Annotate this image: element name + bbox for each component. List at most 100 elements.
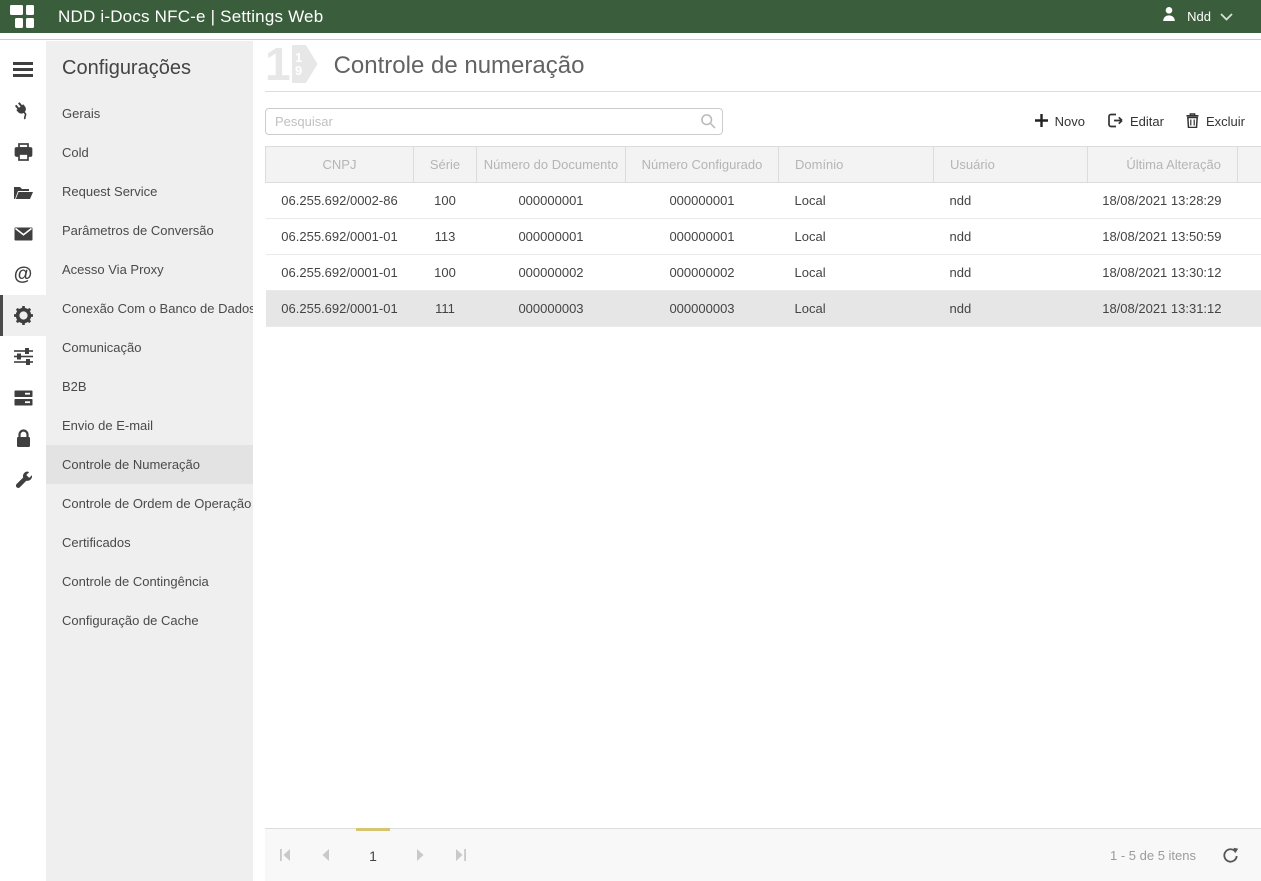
cell-numero-documento: 000000002 [477,255,626,291]
cell-cnpj: 06.255.692/0002-86 [266,183,414,219]
delete-button[interactable]: Excluir [1186,113,1245,131]
table-row[interactable]: 06.255.692/0002-86 100 000000001 0000000… [266,183,1261,219]
new-button[interactable]: Novo [1035,113,1085,131]
sidebar-item-acesso-proxy[interactable]: Acesso Via Proxy [46,250,253,289]
pager: 1 1 - 5 de 5 itens [265,828,1261,881]
cell-usuario: ndd [934,183,1088,219]
cell-ultima-alteracao: 18/08/2021 13:28:29 [1088,183,1238,219]
column-header-serie[interactable]: Série [414,147,477,183]
cell-ultima-alteracao: 18/08/2021 13:31:12 [1088,291,1238,327]
wrench-icon[interactable] [0,459,46,500]
refresh-icon[interactable] [1222,847,1239,864]
user-name: Ndd [1187,9,1211,24]
column-header-numero-configurado[interactable]: Número Configurado [626,147,779,183]
user-icon [1160,5,1178,28]
cell-numero-documento: 000000003 [477,291,626,327]
last-page-icon[interactable] [451,847,468,864]
trash-icon [1186,113,1199,131]
page-number[interactable]: 1 [356,828,390,881]
page-header: 1 19 Controle de numeração [265,41,1261,92]
cell-numero-configurado: 000000001 [626,183,779,219]
cell-numero-configurado: 000000001 [626,219,779,255]
column-header-usuario[interactable]: Usuário [934,147,1088,183]
cell-cnpj: 06.255.692/0001-01 [266,219,414,255]
column-header-numero-documento[interactable]: Número do Documento [477,147,626,183]
envelope-icon[interactable] [0,213,46,254]
printer-icon[interactable] [0,131,46,172]
topbar-divider [0,33,1261,40]
numbering-table: CNPJ Série Número do Documento Número Co… [265,146,1261,327]
cell-numero-configurado: 000000002 [626,255,779,291]
sidebar-item-cold[interactable]: Cold [46,133,253,172]
table-row[interactable]: 06.255.692/0001-01 100 000000002 0000000… [266,255,1261,291]
cell-dominio: Local [779,255,934,291]
next-page-icon[interactable] [412,847,429,864]
cell-ultima-alteracao: 18/08/2021 13:50:59 [1088,219,1238,255]
app-logo-icon[interactable] [10,5,40,29]
search-icon[interactable] [700,113,716,134]
sidebar-item-b2b[interactable]: B2B [46,367,253,406]
plug-icon[interactable] [0,90,46,131]
sidebar-item-configuracao-cache[interactable]: Configuração de Cache [46,601,253,640]
cell-filler [1238,219,1261,255]
sidebar-item-certificados[interactable]: Certificados [46,523,253,562]
table-row-selected[interactable]: 06.255.692/0001-01 111 000000003 0000000… [266,291,1261,327]
numbering-icon: 1 19 [265,41,318,90]
sidebar-item-parametros-conversao[interactable]: Parâmetros de Conversão [46,211,253,250]
cell-dominio: Local [779,183,934,219]
search-input[interactable] [265,108,723,135]
at-sign-icon[interactable]: @ [0,254,46,295]
toolbar: Novo Editar Excluir [265,108,1261,135]
cell-usuario: ndd [934,255,1088,291]
first-page-icon[interactable] [278,847,295,864]
column-header-ultima-alteracao[interactable]: Última Alteração [1088,147,1238,183]
pager-info: 1 - 5 de 5 itens [1110,848,1196,863]
cell-filler [1238,255,1261,291]
edit-button[interactable]: Editar [1107,113,1164,131]
sidebar-item-comunicacao[interactable]: Comunicação [46,328,253,367]
cell-numero-documento: 000000001 [477,183,626,219]
gear-icon[interactable] [0,295,46,336]
cell-usuario: ndd [934,291,1088,327]
edit-arrow-icon [1107,113,1123,131]
cell-serie: 100 [414,183,477,219]
menu-icon[interactable] [0,49,46,90]
cell-filler [1238,183,1261,219]
cell-dominio: Local [779,219,934,255]
app-title: NDD i-Docs NFC-e | Settings Web [58,7,323,27]
settings-sidebar: Configurações Gerais Cold Request Servic… [46,41,253,881]
cell-dominio: Local [779,291,934,327]
column-header-cnpj[interactable]: CNPJ [266,147,414,183]
sidebar-heading: Configurações [46,41,253,94]
table-row[interactable]: 06.255.692/0001-01 113 000000001 0000000… [266,219,1261,255]
main-content: 1 19 Controle de numeração Novo Editar [253,41,1261,881]
cell-cnpj: 06.255.692/0001-01 [266,255,414,291]
cell-filler [1238,291,1261,327]
sidebar-item-request-service[interactable]: Request Service [46,172,253,211]
top-bar: NDD i-Docs NFC-e | Settings Web Ndd [0,0,1261,33]
user-menu[interactable]: Ndd [1160,5,1233,28]
sliders-icon[interactable] [0,336,46,377]
sidebar-item-controle-numeracao[interactable]: Controle de Numeração [46,445,253,484]
table-header-row: CNPJ Série Número do Documento Número Co… [266,147,1261,183]
sidebar-item-gerais[interactable]: Gerais [46,94,253,133]
action-buttons: Novo Editar Excluir [1035,113,1245,131]
cell-ultima-alteracao: 18/08/2021 13:30:12 [1088,255,1238,291]
sidebar-item-envio-email[interactable]: Envio de E-mail [46,406,253,445]
cell-serie: 113 [414,219,477,255]
search-box [265,108,723,135]
sidebar-item-controle-contingencia[interactable]: Controle de Contingência [46,562,253,601]
chevron-down-icon [1220,8,1233,26]
cell-numero-configurado: 000000003 [626,291,779,327]
folder-open-icon[interactable] [0,172,46,213]
cell-serie: 111 [414,291,477,327]
column-header-filler [1238,147,1261,183]
previous-page-icon[interactable] [317,847,334,864]
icon-rail: @ [0,41,46,881]
server-icon[interactable] [0,377,46,418]
sidebar-item-controle-ordem-operacao[interactable]: Controle de Ordem de Operação [46,484,253,523]
lock-icon[interactable] [0,418,46,459]
column-header-dominio[interactable]: Domínio [779,147,934,183]
sidebar-item-conexao-banco[interactable]: Conexão Com o Banco de Dados [46,289,253,328]
plus-icon [1035,114,1048,130]
